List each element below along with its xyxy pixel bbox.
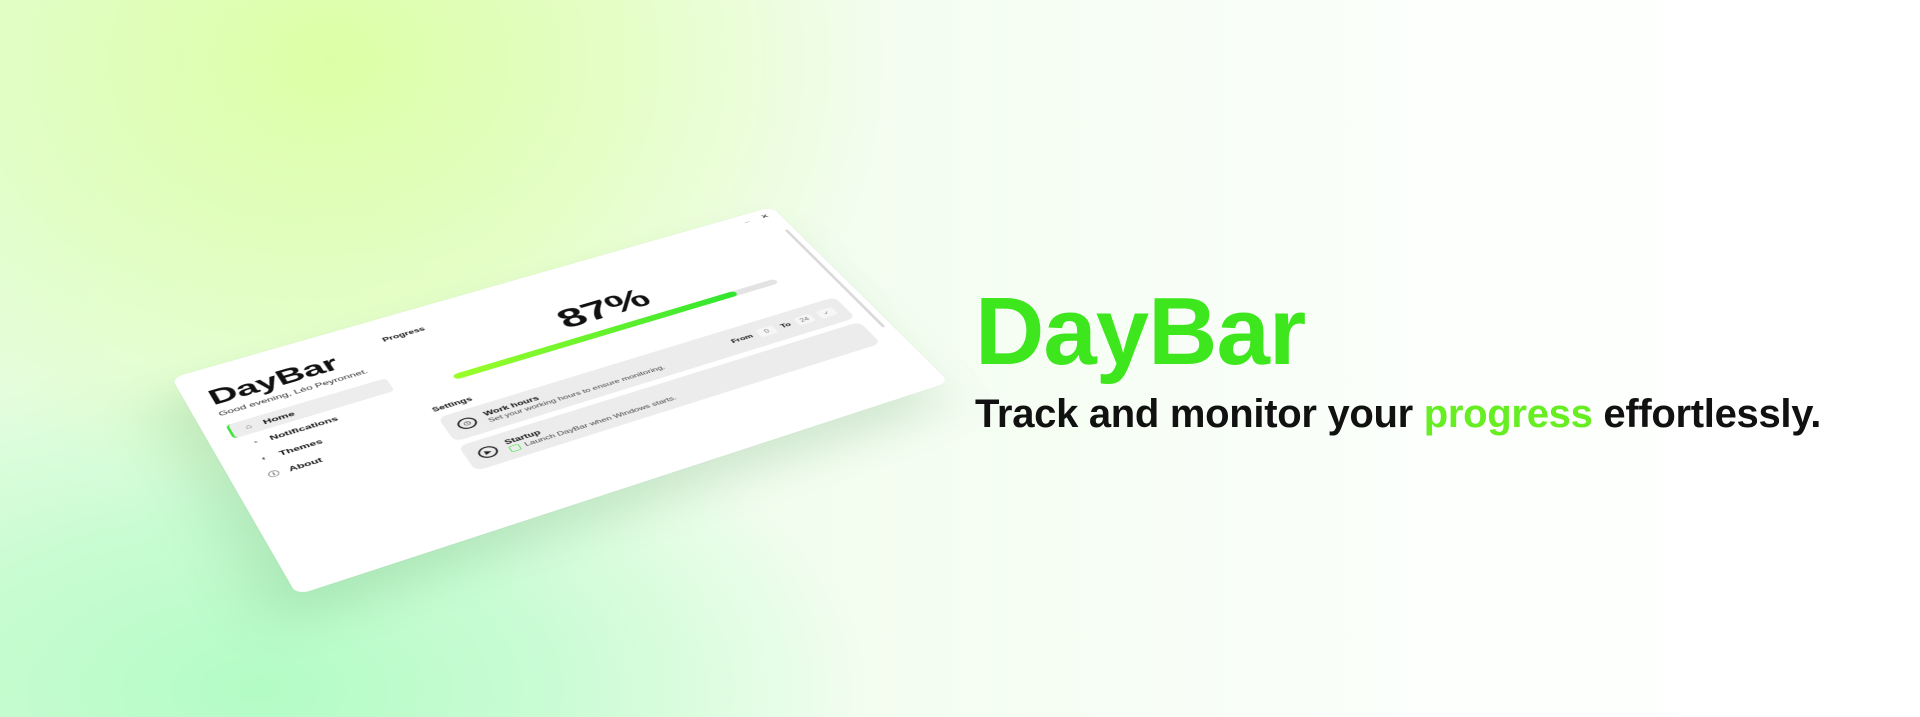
bell-icon: ◔ bbox=[247, 438, 263, 448]
play-icon: ▶ bbox=[475, 444, 501, 460]
confirm-hours-button[interactable]: ✓ bbox=[815, 307, 838, 319]
close-button[interactable]: × bbox=[759, 213, 771, 220]
tagline-accent-word: progress bbox=[1424, 392, 1593, 436]
hero-title: DayBar bbox=[975, 282, 1821, 382]
tagline-end: effortlessly. bbox=[1603, 392, 1821, 436]
sidebar: DayBar Good evening, Léo Peyronnet. ⌂ Ho… bbox=[204, 343, 428, 488]
to-label: To bbox=[779, 322, 793, 330]
clock-icon: ◷ bbox=[455, 416, 480, 431]
main-content: Progress 87% Settings ◷ Work hours Set y… bbox=[381, 227, 881, 471]
from-label: From bbox=[730, 333, 755, 344]
minimize-button[interactable]: – bbox=[742, 219, 752, 226]
app-window: – × DayBar Good evening, Léo Peyronnet. … bbox=[172, 207, 950, 595]
hero: DayBar Track and monitor your progress e… bbox=[975, 282, 1821, 437]
tagline-start: Track and monitor your bbox=[975, 392, 1413, 436]
sidebar-item-label: About bbox=[287, 456, 324, 473]
contrast-icon: ◐ bbox=[256, 453, 272, 463]
hero-tagline: Track and monitor your progress effortle… bbox=[975, 392, 1821, 437]
window-controls: – × bbox=[742, 213, 771, 225]
from-hour-input[interactable]: 0 bbox=[755, 325, 778, 337]
to-hour-input[interactable]: 24 bbox=[793, 314, 816, 326]
launch-at-startup-checkbox[interactable] bbox=[508, 444, 522, 453]
info-icon: ⓘ bbox=[265, 468, 282, 480]
home-icon: ⌂ bbox=[241, 422, 257, 432]
